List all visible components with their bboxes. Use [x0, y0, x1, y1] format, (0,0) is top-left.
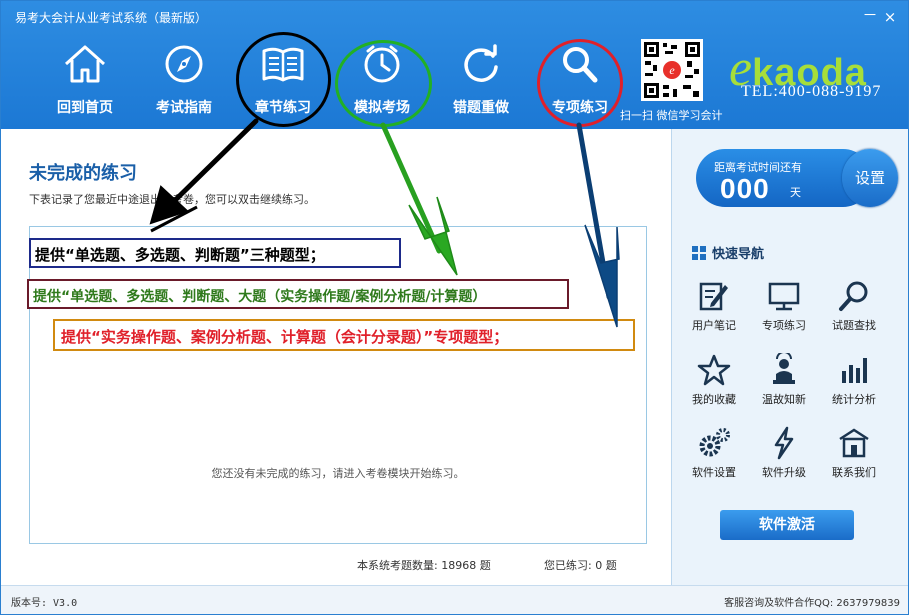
svg-text:e: e [669, 63, 675, 77]
nav-home-button[interactable]: 回到首页 [42, 43, 128, 116]
quicknav-search-label: 试题查找 [832, 319, 876, 332]
page-description: 下表记录了您最近中途退出的考卷，您可以双击继续练习。 [29, 193, 315, 206]
bar-chart-icon [842, 358, 867, 383]
magnifier-icon [839, 281, 868, 311]
quicknav-contact-label: 联系我们 [832, 466, 876, 479]
annotation-circle-green [335, 40, 432, 127]
main-panel: 未完成的练习 下表记录了您最近中途退出的考卷，您可以双击继续练习。 您还没有未完… [1, 129, 671, 585]
monitor-icon [768, 282, 800, 311]
grid-icon [692, 246, 706, 260]
quicknav-settings[interactable]: 软件设置 [684, 426, 744, 484]
annotation-circle-red [537, 39, 623, 127]
compass-icon [165, 45, 203, 83]
reader-icon [773, 353, 795, 384]
qr-code: e [641, 39, 703, 101]
minimize-button[interactable]: － [861, 7, 879, 23]
refresh-icon [464, 44, 498, 82]
app-window: 易考大会计从业考试系统（最新版） － × 回到首页 考试指南 章节练习 模拟考场… [0, 0, 909, 615]
close-button[interactable]: × [881, 9, 899, 25]
nav-home-label: 回到首页 [57, 100, 113, 116]
quicknav-contact[interactable]: 联系我们 [824, 426, 884, 484]
quicknav-stats[interactable]: 统计分析 [824, 353, 884, 411]
service-contact: 客服咨询及软件合作QQ: 2637979839 [724, 598, 900, 609]
lightning-icon [774, 426, 794, 460]
total-questions: 本系统考题数量: 18968 题 [357, 559, 491, 572]
building-icon [839, 428, 869, 458]
countdown-setting-button[interactable]: 设置 [842, 149, 898, 207]
page-title: 未完成的练习 [29, 163, 137, 184]
quicknav-upgrade-label: 软件升级 [762, 466, 806, 479]
annotation-note-chapter: 提供“单选题、多选题、判断题”三种题型； [29, 238, 401, 268]
gears-icon [699, 428, 730, 457]
quicknav-search[interactable]: 试题查找 [824, 279, 884, 337]
quicknav-upgrade[interactable]: 软件升级 [754, 426, 814, 484]
home-icon [64, 45, 106, 83]
quicknav-title-text: 快速导航 [712, 247, 765, 262]
window-title: 易考大会计从业考试系统（最新版） [15, 11, 208, 25]
annotation-note-special: 提供“实务操作题、案例分析题、计算题（会计分录题）”专项题型； [53, 319, 635, 351]
quicknav-settings-label: 软件设置 [692, 466, 736, 479]
quicknav-special[interactable]: 专项练习 [754, 279, 814, 337]
quicknav-review[interactable]: 温故知新 [754, 353, 814, 411]
countdown-widget: 距离考试时间还有 000 天 设置 [696, 149, 898, 207]
quicknav-title: 快速导航 [692, 243, 764, 262]
annotation-circle-black [236, 32, 331, 127]
header-bar: 易考大会计从业考试系统（最新版） － × 回到首页 考试指南 章节练习 模拟考场… [1, 1, 908, 129]
quicknav-favorites[interactable]: 我的收藏 [684, 353, 744, 411]
quicknav-stats-label: 统计分析 [832, 393, 876, 406]
brand-phone: TEL:400-088-9197 [741, 83, 882, 100]
sidebar: 距离考试时间还有 000 天 设置 快速导航 用户笔记 专项练习 试题查找 我的… [671, 129, 908, 585]
empty-message: 您还没有未完成的练习，请进入考卷模块开始练习。 [211, 467, 465, 480]
quicknav-review-label: 温故知新 [762, 393, 806, 406]
nav-redo-label: 错题重做 [453, 100, 509, 116]
unfinished-list[interactable]: 您还没有未完成的练习，请进入考卷模块开始练习。 [29, 226, 647, 544]
countdown-days: 000 [720, 173, 770, 204]
practiced-count: 您已练习: 0 题 [544, 559, 617, 572]
star-icon [697, 354, 731, 386]
version-label: 版本号: V3.0 [11, 598, 78, 609]
quicknav-notes-label: 用户笔记 [692, 319, 736, 332]
quicknav-notes[interactable]: 用户笔记 [684, 279, 744, 337]
note-icon [699, 282, 728, 311]
nav-guide-button[interactable]: 考试指南 [141, 43, 227, 116]
quicknav-favorites-label: 我的收藏 [692, 393, 736, 406]
activate-button[interactable]: 软件激活 [720, 510, 854, 540]
nav-guide-label: 考试指南 [156, 100, 212, 116]
quicknav-special-label: 专项练习 [762, 319, 806, 332]
annotation-note-mock-exam: 提供“单选题、多选题、判断题、大题（实务操作题/案例分析题/计算题） [27, 279, 569, 309]
qr-caption: 扫一扫 微信学习会计 [620, 109, 723, 122]
countdown-unit: 天 [790, 186, 801, 199]
status-bar: 版本号: V3.0 客服咨询及软件合作QQ: 2637979839 [1, 585, 908, 614]
nav-redo-button[interactable]: 错题重做 [438, 43, 524, 116]
